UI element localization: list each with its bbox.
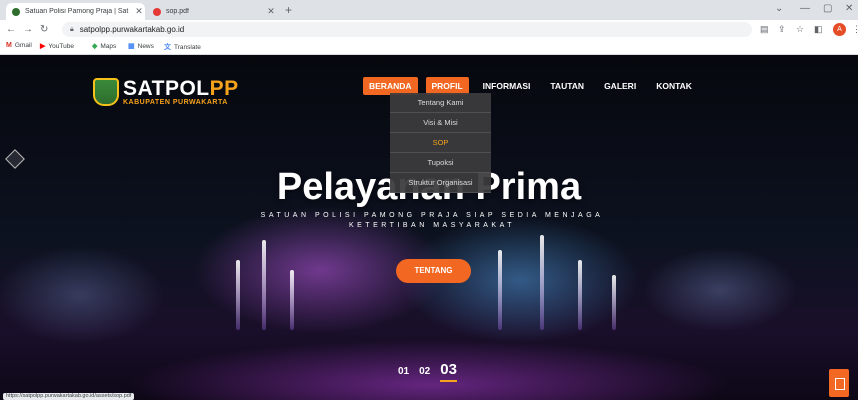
scroll-to-top-button[interactable] [829, 369, 849, 397]
lock-icon: 🔒︎ [70, 25, 74, 33]
tentang-button[interactable]: TENTANG [396, 259, 471, 283]
status-bar-url: https://satpolpp.purwakartakab.go.id/ass… [3, 393, 135, 400]
address-bar[interactable]: 🔒︎ satpolpp.purwakartakab.go.id [62, 22, 752, 37]
close-tab-icon[interactable]: ✕ [133, 6, 145, 17]
bookmark-label: News [137, 42, 154, 50]
close-tab-icon[interactable]: ✕ [265, 6, 277, 17]
square-icon [835, 378, 845, 390]
fountain-jet [290, 270, 294, 330]
translate-page-icon[interactable]: ▤ [760, 24, 769, 35]
dropdown-item-tentang-kami[interactable]: Tentang Kami [390, 93, 491, 113]
hero-section: SATPOLPP KABUPATEN PURWAKARTA BERANDA PR… [0, 55, 858, 400]
profile-avatar[interactable]: A [833, 23, 846, 36]
tab-sop-pdf[interactable]: sop.pdf ✕ [147, 3, 277, 20]
bookmarks-bar: M Gmail ▶ YouTube ◆ Maps ▦ News 文 Translate [0, 40, 858, 55]
fountain-jet [578, 260, 582, 330]
dropdown-item-tupoksi[interactable]: Tupoksi [390, 153, 491, 173]
brand-name: SATPOLPP [123, 76, 239, 100]
fountain-jet [612, 275, 616, 330]
translate-icon: 文 [164, 44, 171, 51]
bookmark-label: Translate [174, 43, 201, 51]
back-icon[interactable]: ← [6, 24, 16, 35]
slide-indicator: 01 02 03 [398, 361, 457, 382]
news-icon: ▦ [128, 43, 135, 50]
bookmark-star-icon[interactable]: ☆ [796, 24, 804, 35]
slide-03[interactable]: 03 [440, 361, 457, 382]
bookmark-label: Gmail [14, 42, 32, 49]
share-icon[interactable]: ⇪ [778, 24, 786, 35]
dropdown-item-visi-misi[interactable]: Visi & Misi [390, 113, 491, 133]
pdf-favicon-icon [153, 7, 161, 16]
nav-tautan[interactable]: TAUTAN [544, 77, 590, 95]
new-tab-icon[interactable]: + [285, 3, 292, 17]
nav-galeri[interactable]: GALERI [598, 77, 642, 95]
profil-dropdown: Tentang Kami Visi & Misi SOP Tupoksi Str… [390, 93, 491, 193]
side-panel-icon[interactable]: ◧ [814, 24, 823, 35]
reload-icon[interactable]: ↻ [40, 24, 48, 35]
bookmark-translate[interactable]: 文 Translate [164, 42, 201, 52]
tab-search-chevron-icon[interactable]: ⌄ [775, 3, 783, 14]
bookmark-maps[interactable]: ◆ Maps [92, 42, 117, 51]
bookmark-gmail[interactable]: M Gmail [6, 42, 32, 49]
satpolpp-favicon-icon [12, 7, 20, 16]
fountain-jet [236, 260, 240, 330]
minimize-icon[interactable]: — [800, 3, 810, 14]
site-logo[interactable]: SATPOLPP KABUPATEN PURWAKARTA [93, 78, 239, 106]
slide-01[interactable]: 01 [398, 366, 409, 377]
close-window-icon[interactable]: ✕ [845, 3, 853, 14]
nav-kontak[interactable]: KONTAK [650, 77, 698, 95]
browser-toolbar: ← → ↻ 🔒︎ satpolpp.purwakartakab.go.id ▤ … [0, 20, 858, 40]
fountain-jet [262, 240, 266, 330]
url-text: satpolpp.purwakartakab.go.id [79, 25, 185, 34]
forward-icon[interactable]: → [23, 24, 33, 35]
bookmark-label: Maps [100, 42, 117, 50]
fountain-jet [540, 235, 544, 330]
bookmark-news[interactable]: ▦ News [128, 42, 154, 51]
restore-icon[interactable]: ▢ [823, 3, 832, 14]
brand-subtitle: KABUPATEN PURWAKARTA [123, 98, 228, 106]
tab-satpolpp[interactable]: Satuan Polisi Pamong Praja | Sat ✕ [6, 3, 145, 20]
menu-kebab-icon[interactable]: ⋮ [852, 24, 858, 35]
tab-title: Satuan Polisi Pamong Praja | Sat [25, 8, 129, 15]
tab-title: sop.pdf [166, 8, 189, 15]
youtube-icon: ▶ [40, 43, 46, 50]
bookmark-label: YouTube [48, 42, 74, 50]
shield-emblem-icon [93, 78, 119, 106]
slide-02[interactable]: 02 [419, 366, 430, 377]
browser-tab-bar: Satuan Polisi Pamong Praja | Sat ✕ sop.p… [0, 0, 858, 20]
gmail-icon: M [6, 42, 12, 49]
dropdown-item-struktur-organisasi[interactable]: Struktur Organisasi [390, 173, 491, 193]
dropdown-item-sop[interactable]: SOP [390, 133, 491, 153]
hero-subtitle: SATUAN POLISI PAMONG PRAJA SIAP SEDIA ME… [260, 212, 604, 229]
fountain-jet [498, 250, 502, 330]
bookmark-youtube[interactable]: ▶ YouTube [40, 42, 74, 51]
maps-icon: ◆ [92, 43, 98, 50]
